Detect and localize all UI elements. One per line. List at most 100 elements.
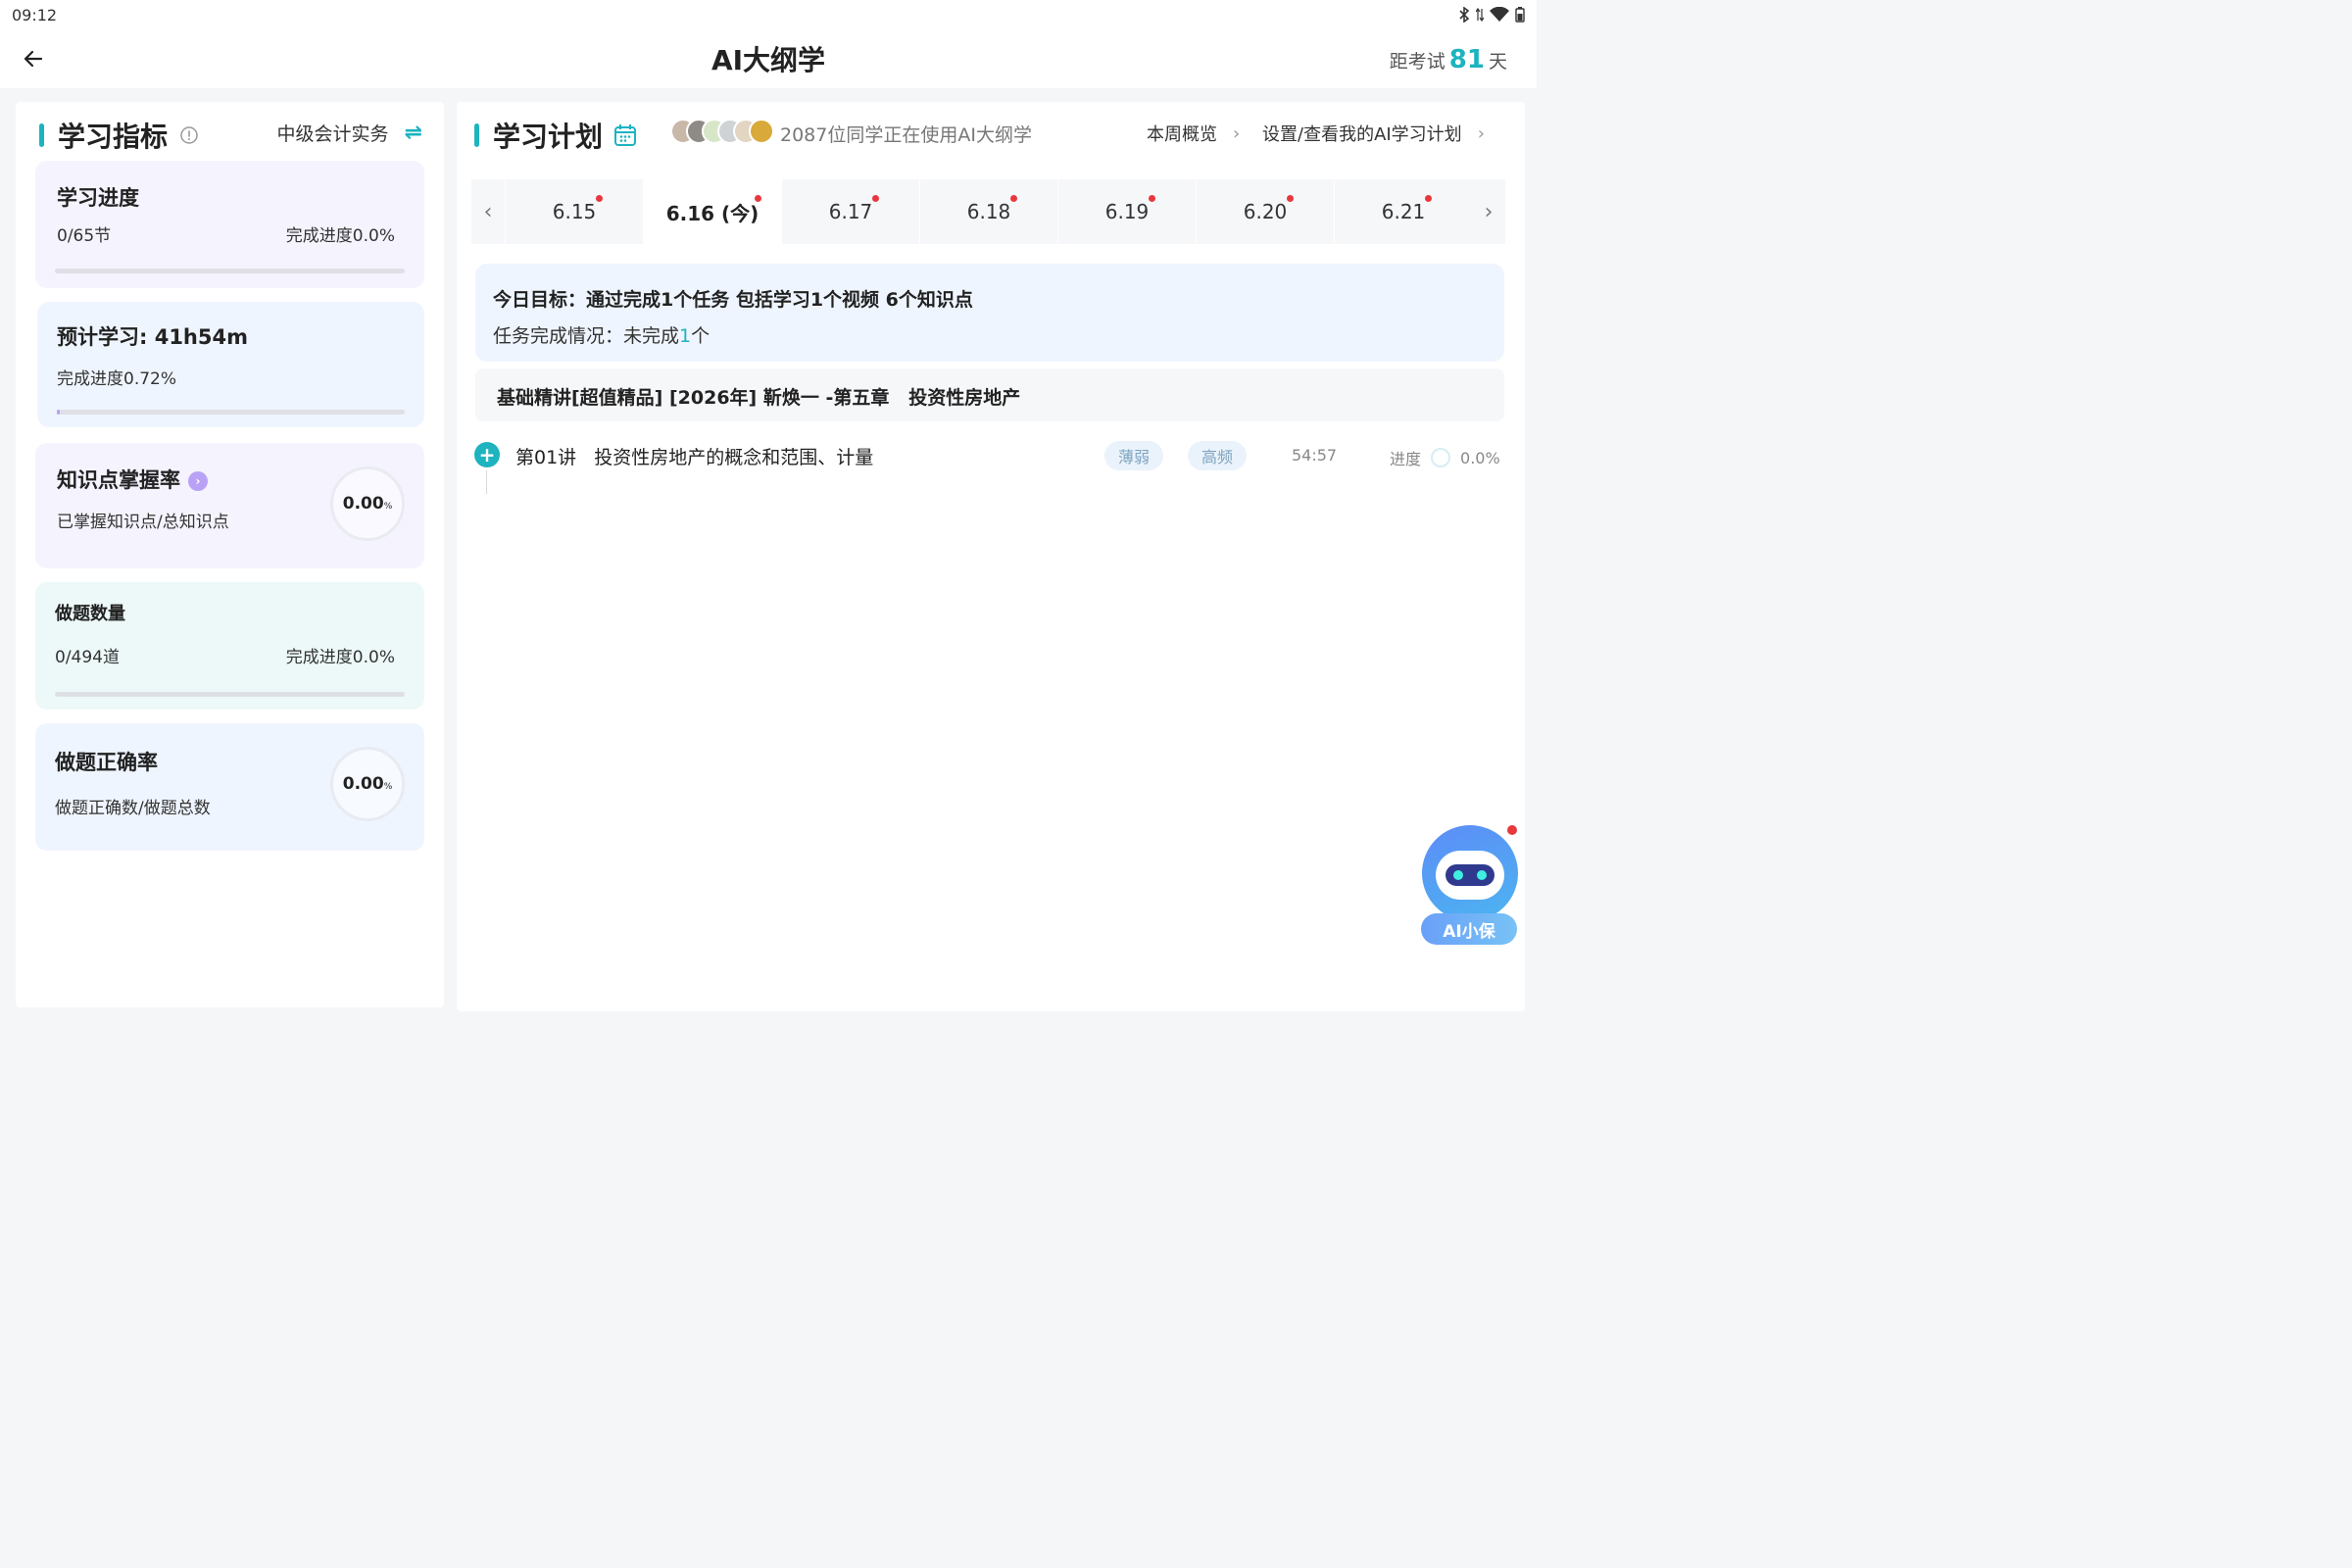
plan-panel: 学习计划 2087位同学正在使用AI大纲学 本周概览 › 设置/查看我的AI学习… (457, 102, 1525, 1011)
unread-dot (1149, 195, 1155, 202)
task-status-count: 1 (679, 325, 692, 347)
questions-percent: 完成进度0.0% (285, 648, 395, 667)
task-status-prefix: 任务完成情况：未完成 (493, 325, 680, 347)
exam-countdown: 距考试 81 天 (1390, 45, 1507, 74)
lesson-title[interactable]: 第01讲 投资性房地产的概念和范围、计量 (515, 443, 873, 469)
study-progress-title: 学习进度 (57, 186, 139, 210)
date-tab[interactable]: 6.20 (1196, 179, 1334, 244)
calendar-icon[interactable] (612, 122, 638, 148)
chevron-left-icon: ‹ (483, 199, 493, 224)
accuracy-card[interactable]: 做题正确率 做题正确数/做题总数 0.00% (35, 723, 424, 851)
week-overview-label: 本周概览 (1147, 124, 1217, 145)
ai-plan-settings-link[interactable]: 设置/查看我的AI学习计划 › (1262, 121, 1485, 146)
prev-week-button[interactable]: ‹ (471, 179, 505, 244)
accuracy-subtitle: 做题正确数/做题总数 (55, 799, 211, 818)
status-icons (1458, 7, 1525, 23)
accuracy-ring: 0.00% (330, 747, 405, 821)
chevron-right-icon: › (1484, 199, 1494, 224)
metrics-title: 学习指标 (58, 121, 169, 153)
lesson-progress-label: 进度 (1390, 450, 1422, 468)
date-strip: ‹ 6.15 6.16 (今) 6.17 6.18 6.19 6.20 6.21… (471, 179, 1505, 244)
avatar (749, 119, 774, 144)
page-title: AI大纲学 (710, 44, 826, 76)
frequent-tag: 高频 (1188, 441, 1248, 470)
users-count-text: 2087位同学正在使用AI大纲学 (780, 124, 1032, 146)
estimated-study-percent: 完成进度0.72% (57, 369, 177, 389)
date-tab[interactable]: 6.17 (781, 179, 919, 244)
countdown-prefix: 距考试 (1389, 51, 1446, 73)
accent-bar (39, 123, 44, 147)
lesson-duration: 54:57 (1292, 446, 1338, 465)
back-arrow-icon[interactable] (20, 47, 47, 71)
info-icon[interactable] (179, 125, 199, 145)
date-label: 6.21 (1381, 200, 1426, 223)
status-bar: 09:12 (0, 0, 1537, 29)
metrics-header: 学习指标 (39, 116, 199, 155)
wifi-icon (1490, 7, 1509, 22)
mastery-value-wrap: 0.00% (343, 494, 393, 514)
notification-dot (1507, 825, 1517, 835)
study-progress-card[interactable]: 学习进度 0/65节 完成进度0.0% (35, 161, 424, 288)
study-progress-percent: 完成进度0.0% (285, 226, 395, 246)
chapter-header[interactable]: 基础精讲[超值精品] [2026年] 靳焕一 -第五章 投资性房地产 (475, 368, 1504, 421)
estimated-study-title: 预计学习: 41h54m (57, 325, 248, 349)
unread-dot (596, 195, 603, 202)
date-tab-today[interactable]: 6.16 (今) (643, 179, 781, 244)
date-label: 6.18 (966, 200, 1011, 223)
timeline-line (486, 470, 487, 494)
course-switch-button[interactable]: 中级会计实务 ⇌ (277, 120, 422, 146)
course-name: 中级会计实务 (276, 123, 389, 145)
questions-card[interactable]: 做题数量 0/494道 完成进度0.0% (35, 582, 424, 710)
daily-goal-text: 今日目标：通过完成1个任务 包括学习1个视频 6个知识点 (493, 289, 973, 311)
study-progress-count: 0/65节 (57, 226, 112, 246)
estimated-study-bar (57, 410, 405, 415)
week-overview-link[interactable]: 本周概览 › (1147, 121, 1240, 146)
next-week-button[interactable]: › (1472, 179, 1505, 244)
estimated-study-card[interactable]: 预计学习: 41h54m 完成进度0.72% (37, 302, 424, 427)
mastery-title: 知识点掌握率 (57, 468, 180, 492)
lesson-item[interactable]: + 第01讲 投资性房地产的概念和范围、计量 薄弱 高频 54:57 进度 0.… (474, 435, 1503, 494)
unread-dot (1425, 195, 1432, 202)
lesson-progress: 进度 0.0% (1390, 446, 1500, 469)
ai-assistant-button[interactable]: AI小保 (1421, 825, 1519, 974)
countdown-days: 81 (1448, 45, 1485, 74)
robot-eye (1453, 870, 1463, 880)
mastery-value: 0.00 (342, 494, 384, 514)
date-tab[interactable]: 6.18 (919, 179, 1057, 244)
chevron-right-icon: › (1233, 122, 1241, 144)
progress-ring-icon (1431, 448, 1451, 467)
task-status-suffix: 个 (691, 325, 710, 347)
ai-assistant-label: AI小保 (1421, 913, 1517, 945)
chevron-right-icon: › (1477, 122, 1485, 144)
mastery-title-wrap: 知识点掌握率 › (57, 465, 208, 494)
ai-plan-settings-label: 设置/查看我的AI学习计划 (1262, 124, 1462, 145)
task-status: 任务完成情况：未完成1个 (493, 321, 710, 348)
plan-header: 学习计划 (474, 116, 638, 155)
lesson-progress-value: 0.0% (1460, 448, 1500, 467)
date-label: 6.20 (1243, 200, 1288, 223)
metrics-panel: 学习指标 中级会计实务 ⇌ 学习进度 0/65节 完成进度0.0% 预计学习: … (16, 102, 444, 1007)
date-label: 6.16 (今) (665, 201, 760, 225)
mastery-subtitle: 已掌握知识点/总知识点 (57, 513, 229, 532)
bluetooth-icon (1459, 7, 1470, 23)
unread-dot (755, 195, 761, 202)
mastery-ring: 0.00% (330, 466, 405, 541)
chevron-right-icon[interactable]: › (188, 471, 208, 491)
unread-dot (1010, 195, 1017, 202)
battery-icon (1515, 7, 1525, 23)
add-icon[interactable]: + (474, 442, 500, 467)
mastery-card[interactable]: 知识点掌握率 › 已掌握知识点/总知识点 0.00% (35, 443, 424, 568)
app-bar: AI大纲学 距考试 81 天 (0, 29, 1537, 88)
unread-dot (872, 195, 879, 202)
date-tab[interactable]: 6.19 (1057, 179, 1196, 244)
data-arrows-icon (1476, 7, 1484, 23)
unread-dot (1287, 195, 1294, 202)
mastery-unit: % (383, 502, 393, 512)
accuracy-title: 做题正确率 (55, 751, 158, 774)
date-tab[interactable]: 6.15 (505, 179, 643, 244)
accuracy-unit: % (383, 782, 393, 792)
date-label: 6.17 (828, 200, 873, 223)
date-tab[interactable]: 6.21 (1334, 179, 1472, 244)
accent-bar (474, 123, 479, 147)
chapter-title: 基础精讲[超值精品] [2026年] 靳焕一 -第五章 投资性房地产 (497, 387, 1021, 409)
